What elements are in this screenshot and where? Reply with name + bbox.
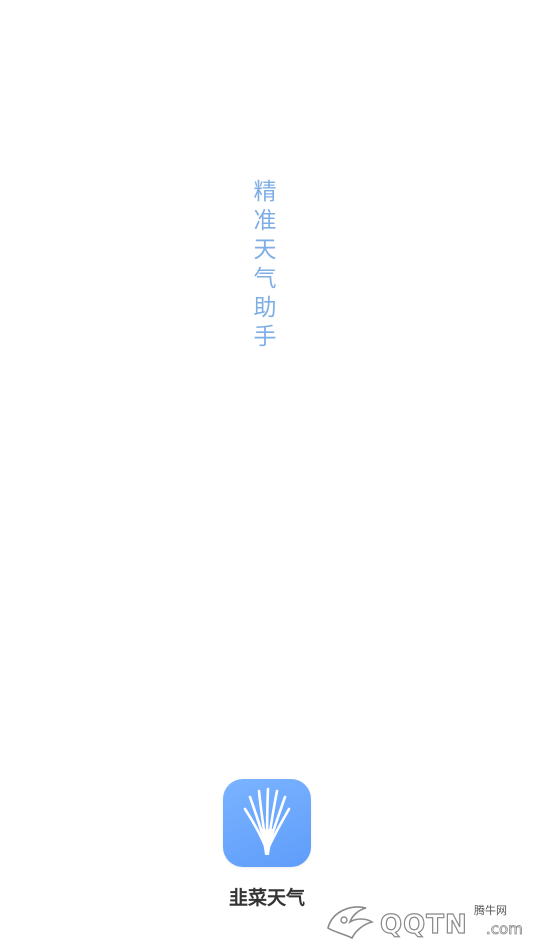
app-name: 韭菜天气 (228, 887, 305, 909)
tagline-char: 准 (253, 208, 277, 234)
tagline-char: 手 (253, 324, 277, 350)
tagline-char: 助 (253, 295, 277, 321)
qqtn-logo-icon (327, 906, 374, 940)
tagline-char: 天 (253, 237, 277, 263)
tagline-char: 精 (253, 179, 277, 205)
watermark-logo-text: QQTN (379, 909, 468, 940)
leek-icon (243, 787, 291, 855)
qqtn-watermark: QQTN .com 腾牛网 (322, 896, 532, 946)
splash-tagline: 精 准 天 气 助 手 (250, 178, 280, 352)
app-logo (223, 779, 311, 867)
watermark-suffix: .com (486, 920, 524, 939)
tagline-char: 气 (253, 266, 277, 292)
watermark-cn-label: 腾牛网 (474, 904, 507, 917)
